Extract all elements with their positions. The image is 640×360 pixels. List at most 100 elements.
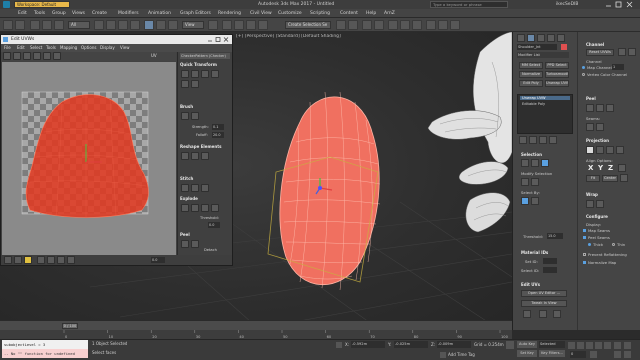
stitch-title[interactable]: Stitch bbox=[180, 176, 193, 181]
uvw-menu-view[interactable]: View bbox=[120, 44, 130, 52]
uvw-menu-mapping[interactable]: Mapping bbox=[60, 44, 77, 52]
uvw-maximize-icon[interactable] bbox=[215, 37, 221, 42]
create-tab-icon[interactable] bbox=[517, 34, 525, 42]
uvw-rotate-icon[interactable] bbox=[13, 52, 21, 60]
graphite-toggle-icon[interactable] bbox=[374, 20, 384, 30]
strength-input[interactable]: 0.1 bbox=[212, 124, 224, 130]
maximize-icon[interactable] bbox=[615, 1, 622, 8]
align-y-button[interactable]: Y bbox=[598, 164, 603, 172]
paint-move-icon[interactable] bbox=[181, 112, 189, 120]
poly-select-icon[interactable] bbox=[541, 159, 549, 167]
rotate-minus-icon[interactable] bbox=[181, 80, 189, 88]
hierarchy-tab-icon[interactable] bbox=[537, 34, 545, 42]
stack-item-editable-poly[interactable]: Editable Poly bbox=[520, 102, 570, 106]
rendered-frame-window-icon[interactable] bbox=[438, 20, 448, 30]
display-tab-icon[interactable] bbox=[557, 34, 565, 42]
threshold-input[interactable]: 0.0 bbox=[208, 222, 220, 228]
menu-item-civil-view[interactable]: Civil View bbox=[250, 9, 272, 18]
flatten-icon[interactable] bbox=[201, 204, 209, 212]
spinner-snap-icon[interactable] bbox=[258, 20, 268, 30]
close-icon[interactable] bbox=[626, 1, 633, 8]
undo-icon[interactable] bbox=[3, 20, 13, 30]
relax-icon[interactable] bbox=[191, 152, 199, 160]
reference-coordinate-dropdown[interactable]: View bbox=[182, 21, 204, 29]
shrink-icon[interactable] bbox=[531, 178, 539, 186]
maxscript-listener-input[interactable]: subobjectLevel = 3 bbox=[2, 340, 88, 349]
center-button[interactable]: Center bbox=[602, 175, 618, 182]
link-icon[interactable] bbox=[30, 20, 40, 30]
linear-align-icon[interactable] bbox=[201, 70, 209, 78]
stitch-custom-icon[interactable] bbox=[181, 184, 189, 192]
break-icon[interactable] bbox=[181, 204, 189, 212]
straighten-icon[interactable] bbox=[181, 152, 189, 160]
detach-checkbox[interactable]: Detach bbox=[204, 248, 217, 252]
map-seams-checkbox[interactable] bbox=[583, 229, 586, 232]
fit-button[interactable]: Fit bbox=[586, 175, 600, 182]
weld-icon[interactable] bbox=[191, 204, 199, 212]
search-input[interactable]: Type a keyword or phrase bbox=[430, 1, 508, 8]
thin-radio[interactable] bbox=[612, 243, 615, 246]
edit-uvs-title[interactable]: Edit UVs bbox=[521, 282, 540, 287]
mm-select-button[interactable]: MM Select bbox=[519, 62, 543, 69]
normalize-button[interactable]: Normalize bbox=[519, 71, 543, 78]
user-name[interactable]: ikecSeDIB bbox=[556, 0, 578, 9]
set-id-input[interactable] bbox=[543, 258, 557, 264]
texture-dropdown[interactable]: CheckerPattern (Checker) bbox=[180, 53, 230, 59]
select-and-scale-icon[interactable] bbox=[168, 20, 178, 30]
pivot-center-icon[interactable] bbox=[208, 20, 218, 30]
time-slider[interactable]: 0 / 100 bbox=[0, 320, 512, 330]
motion-tab-icon[interactable] bbox=[547, 34, 555, 42]
menu-item-animation[interactable]: Animation bbox=[148, 9, 171, 18]
stack-item-unwrap-uvw[interactable]: Unwrap UVW bbox=[520, 96, 570, 100]
peel-title[interactable]: Peel bbox=[180, 232, 190, 237]
zoom-all-icon[interactable] bbox=[624, 342, 631, 349]
grow-icon[interactable] bbox=[521, 178, 529, 186]
set-key-icon[interactable] bbox=[506, 341, 514, 349]
menu-item-tools[interactable]: Tools bbox=[34, 9, 45, 18]
select-id-input[interactable] bbox=[543, 267, 557, 273]
angle-snap-icon[interactable] bbox=[234, 20, 244, 30]
uvw-menu-tools[interactable]: Tools bbox=[46, 44, 56, 52]
reset-uvws-button[interactable]: Reset UVWs bbox=[586, 49, 614, 56]
uvw-menu-select[interactable]: Select bbox=[30, 44, 42, 52]
align-x-button[interactable]: X bbox=[588, 164, 593, 172]
schematic-view-icon[interactable] bbox=[400, 20, 410, 30]
menu-item-help[interactable]: Help bbox=[366, 9, 376, 18]
uvw-close-icon[interactable] bbox=[223, 37, 229, 42]
uvw-minimize-icon[interactable] bbox=[207, 37, 213, 42]
save-uvw-icon[interactable] bbox=[618, 48, 626, 56]
edit-poly-button[interactable]: Edit Poly bbox=[519, 80, 543, 87]
menu-item-edit[interactable]: Edit bbox=[18, 9, 27, 18]
edge-mode-icon[interactable] bbox=[14, 256, 22, 264]
zoom-icon[interactable] bbox=[614, 342, 621, 349]
make-unique-icon[interactable] bbox=[539, 136, 547, 144]
track-bar[interactable]: 0 10 20 30 40 50 60 70 80 90 100 bbox=[0, 330, 512, 339]
previous-frame-icon[interactable] bbox=[577, 342, 584, 349]
menu-item-views[interactable]: Views bbox=[72, 9, 85, 18]
selection-filter-dropdown[interactable]: All bbox=[68, 21, 90, 29]
cylindrical-map-icon[interactable] bbox=[596, 146, 604, 154]
uvw-value-input[interactable]: 0.0 bbox=[151, 257, 165, 263]
rectangular-selection-icon[interactable] bbox=[118, 20, 128, 30]
prevent-reflattening-checkbox[interactable] bbox=[583, 253, 586, 256]
turbosmooth-button[interactable]: Turbosmooth bbox=[545, 71, 569, 78]
peel-mode-icon[interactable] bbox=[191, 240, 199, 248]
key-mode-dropdown[interactable]: Selected bbox=[539, 341, 565, 348]
x-coordinate-input[interactable]: -0.592m bbox=[351, 341, 385, 348]
projection-title[interactable]: Projection bbox=[586, 138, 609, 143]
edge-select-icon[interactable] bbox=[531, 159, 539, 167]
auto-key-button[interactable]: Auto Key bbox=[517, 341, 537, 348]
falloff-input[interactable]: 20.0 bbox=[212, 132, 224, 138]
material-ids-title[interactable]: Material IDs bbox=[521, 250, 548, 255]
menu-item-rendering[interactable]: Rendering bbox=[218, 9, 241, 18]
peel-icon-3[interactable] bbox=[606, 104, 614, 112]
viewport-label[interactable]: [+] [Perspective] [Standard] [Default Sh… bbox=[236, 34, 341, 39]
load-uvw-icon[interactable] bbox=[628, 48, 636, 56]
grow-selection-icon[interactable] bbox=[37, 256, 45, 264]
quick-transform-title[interactable]: Quick Transform bbox=[180, 62, 217, 67]
lock-selection-icon[interactable] bbox=[336, 342, 342, 348]
align-horizontal-icon[interactable] bbox=[181, 70, 189, 78]
brush-title[interactable]: Brush bbox=[180, 104, 193, 109]
time-config-icon[interactable] bbox=[590, 351, 597, 358]
unfold-strip-icon[interactable] bbox=[596, 200, 604, 208]
